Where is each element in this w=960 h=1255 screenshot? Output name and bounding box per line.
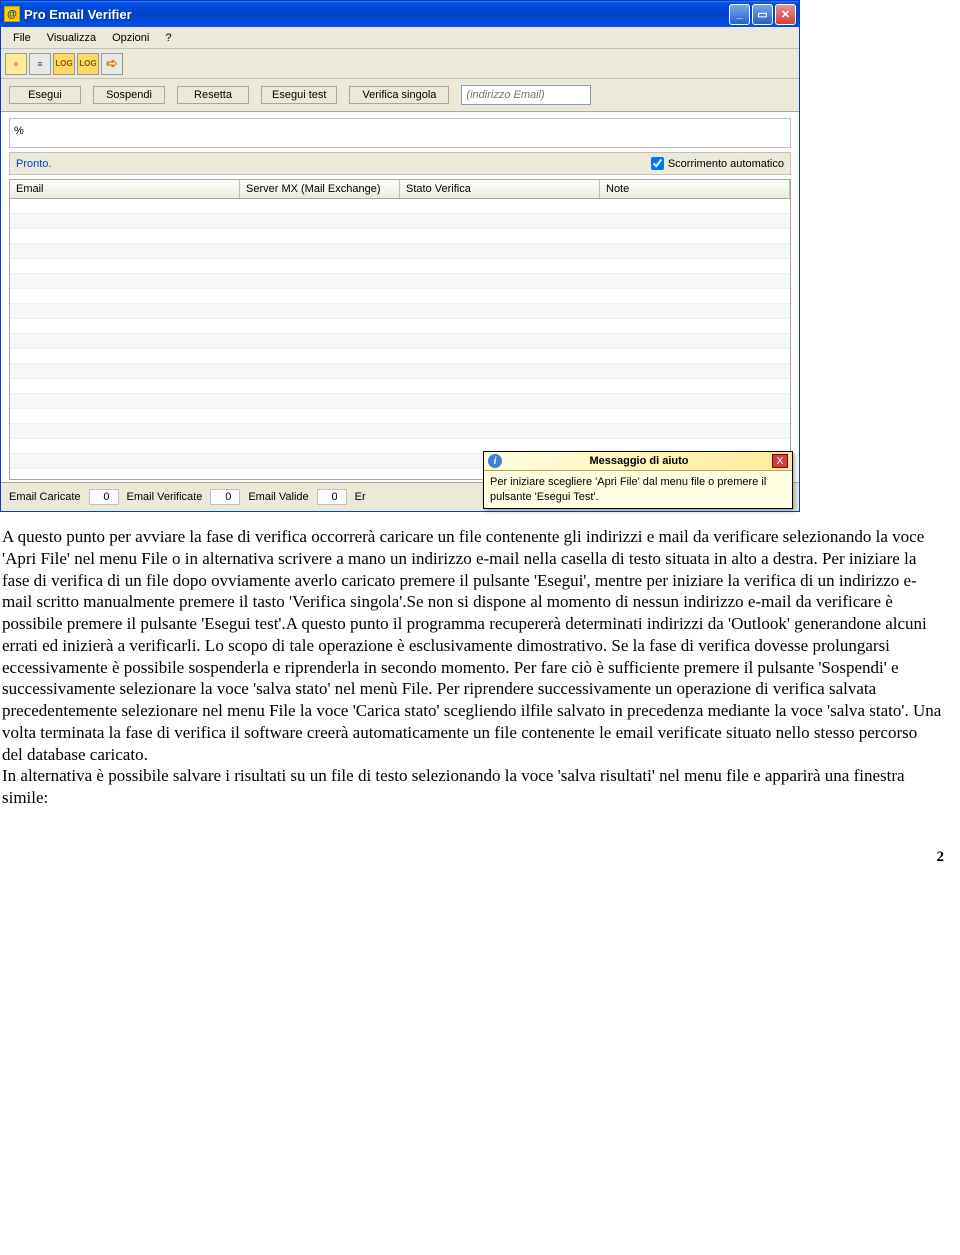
table-row: [10, 199, 790, 214]
toolbar: + ≡ LOG LOG ➪: [1, 49, 799, 79]
table-row: [10, 259, 790, 274]
esegui-test-button[interactable]: Esegui test: [261, 86, 337, 104]
table-row: [10, 214, 790, 229]
table-row: [10, 424, 790, 439]
table-row: [10, 349, 790, 364]
stat-caricate-label: Email Caricate: [9, 491, 81, 503]
col-note[interactable]: Note: [600, 180, 790, 198]
title-bar: @ Pro Email Verifier _ ▭ ✕: [1, 1, 799, 27]
menu-visualizza[interactable]: Visualizza: [39, 30, 104, 46]
table-row: [10, 409, 790, 424]
stat-valide-value: 0: [317, 489, 347, 505]
table-row: [10, 319, 790, 334]
autoscroll-label: Scorrimento automatico: [668, 158, 784, 170]
menu-opzioni[interactable]: Opzioni: [104, 30, 157, 46]
table-row: [10, 244, 790, 259]
table-row: [10, 304, 790, 319]
window-controls: _ ▭ ✕: [729, 4, 796, 25]
stat-verificate-label: Email Verificate: [127, 491, 203, 503]
table-row: [10, 334, 790, 349]
col-stato[interactable]: Stato Verifica: [400, 180, 600, 198]
help-tooltip: i Messaggio di aiuto X Per iniziare sceg…: [483, 451, 793, 509]
table-header: Email Server MX (Mail Exchange) Stato Ve…: [10, 180, 790, 199]
doc-paragraph-1: A questo punto per avviare la fase di ve…: [2, 526, 942, 765]
progress-bar: %: [9, 118, 791, 148]
close-button[interactable]: ✕: [775, 4, 796, 25]
tooltip-close-button[interactable]: X: [772, 454, 788, 468]
info-icon: i: [488, 454, 502, 468]
app-icon: @: [4, 6, 20, 22]
document-text: A questo punto per avviare la fase di ve…: [0, 512, 952, 809]
table-row: [10, 229, 790, 244]
window-title: Pro Email Verifier: [24, 7, 729, 22]
status-bar: Pronto. Scorrimento automatico: [9, 152, 791, 175]
tooltip-body: Per iniziare scegliere 'Apri File' dal m…: [484, 471, 792, 508]
arrow-icon[interactable]: ➪: [101, 53, 123, 75]
tooltip-title-bar: i Messaggio di aiuto X: [484, 452, 792, 471]
tooltip-title: Messaggio di aiuto: [506, 455, 772, 467]
add-icon[interactable]: +: [5, 53, 27, 75]
menu-help[interactable]: ?: [157, 30, 179, 46]
stat-caricate-value: 0: [89, 489, 119, 505]
stats-bar: Email Caricate 0 Email Verificate 0 Emai…: [1, 482, 799, 511]
status-text: Pronto.: [16, 158, 651, 170]
sospendi-button[interactable]: Sospendi: [93, 86, 165, 104]
list-icon[interactable]: ≡: [29, 53, 51, 75]
esegui-button[interactable]: Esegui: [9, 86, 81, 104]
col-server[interactable]: Server MX (Mail Exchange): [240, 180, 400, 198]
stat-valide-label: Email Valide: [248, 491, 308, 503]
col-email[interactable]: Email: [10, 180, 240, 198]
table-body: [10, 199, 790, 479]
minimize-button[interactable]: _: [729, 4, 750, 25]
email-input[interactable]: [461, 85, 591, 105]
table-row: [10, 364, 790, 379]
verifica-singola-button[interactable]: Verifica singola: [349, 86, 449, 104]
menu-bar: File Visualizza Opzioni ?: [1, 27, 799, 49]
log-icon-1[interactable]: LOG: [53, 53, 75, 75]
results-table: Email Server MX (Mail Exchange) Stato Ve…: [9, 179, 791, 480]
doc-paragraph-2: In alternativa è possibile salvare i ris…: [2, 765, 942, 809]
menu-file[interactable]: File: [5, 30, 39, 46]
autoscroll-input[interactable]: [651, 157, 664, 170]
log-icon-2[interactable]: LOG: [77, 53, 99, 75]
table-row: [10, 379, 790, 394]
autoscroll-checkbox[interactable]: Scorrimento automatico: [651, 157, 784, 170]
table-row: [10, 289, 790, 304]
stat-verificate-value: 0: [210, 489, 240, 505]
app-window: @ Pro Email Verifier _ ▭ ✕ File Visualiz…: [0, 0, 800, 512]
maximize-button[interactable]: ▭: [752, 4, 773, 25]
resetta-button[interactable]: Resetta: [177, 86, 249, 104]
progress-percent-label: %: [14, 125, 24, 137]
table-row: [10, 394, 790, 409]
stat-err-prefix: Er: [355, 491, 366, 503]
page-number: 2: [0, 809, 960, 876]
action-bar: Esegui Sospendi Resetta Esegui test Veri…: [1, 79, 799, 112]
table-row: [10, 274, 790, 289]
